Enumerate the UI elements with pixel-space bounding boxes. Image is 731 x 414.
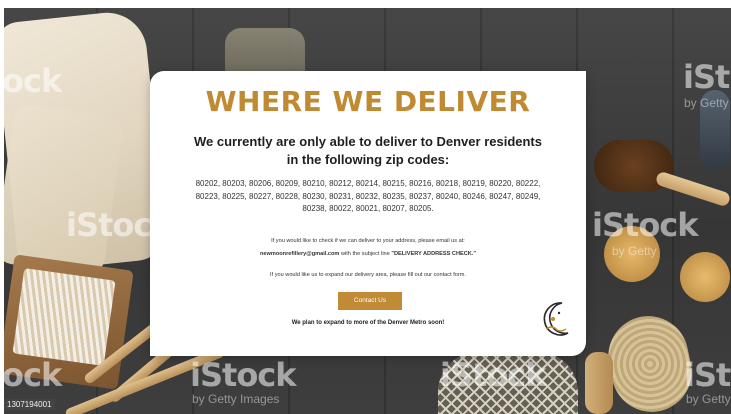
stock-image-id: 1307194001 [4, 399, 55, 410]
moon-logo-icon [538, 299, 574, 341]
zip-code-line: 80223, 80225, 80227, 80228, 80230, 80231… [195, 191, 541, 201]
subheading-line: in the following zip codes: [286, 152, 450, 167]
watermark-text: ock [2, 356, 62, 394]
watermark-text: iStock [190, 356, 297, 394]
zip-code-line: 80238, 80022, 80021, 80207, 80205. [302, 204, 434, 213]
cotton-swabs [12, 268, 116, 366]
delivery-info-card: WHERE WE DELIVER We currently are only a… [150, 71, 586, 356]
page-title: WHERE WE DELIVER [205, 85, 531, 118]
linen-bag [0, 103, 125, 277]
watermark-subtext: by Getty [686, 392, 731, 406]
expand-area-text: If you would like us to expand our deliv… [270, 272, 466, 278]
top-border [0, 0, 731, 8]
watermark-subtext: by Getty [612, 244, 657, 258]
watermark-text: iSt [684, 356, 731, 394]
address-check-text: If you would like to check if we can del… [170, 235, 566, 261]
email-link[interactable]: newmoonrefillery@gmail.com [260, 251, 339, 257]
brush-handle [654, 170, 731, 208]
watermark-text: iSt [683, 58, 730, 96]
contact-us-button[interactable]: Contact Us [338, 292, 402, 310]
watermark-subtext: by Getty [684, 96, 729, 110]
watermark-subtext: by Getty Images [192, 392, 280, 406]
zip-code-line: 80202, 80203, 80206, 80209, 80210, 80212… [195, 179, 541, 188]
natural-sponge [680, 252, 730, 302]
zip-code-list: 80202, 80203, 80206, 80209, 80210, 80212… [174, 178, 562, 216]
address-check-line: newmoonrefillery@gmail.com with the subj… [170, 248, 566, 261]
watermark-text: ock [2, 62, 62, 100]
wooden-handle [585, 352, 613, 414]
watermark-text: iStock [440, 356, 547, 394]
left-border [0, 0, 4, 414]
expansion-plan-text: We plan to expand to more of the Denver … [291, 320, 445, 326]
subject-prefix: with the subject line [339, 251, 392, 257]
address-check-line: If you would like to check if we can del… [271, 238, 465, 244]
watermark-text: iStock [592, 206, 699, 244]
subject-line: "DELIVERY ADDRESS CHECK." [391, 251, 477, 257]
subheading-line: We currently are only able to deliver to… [194, 134, 542, 149]
delivery-subheading: We currently are only able to deliver to… [180, 133, 556, 169]
